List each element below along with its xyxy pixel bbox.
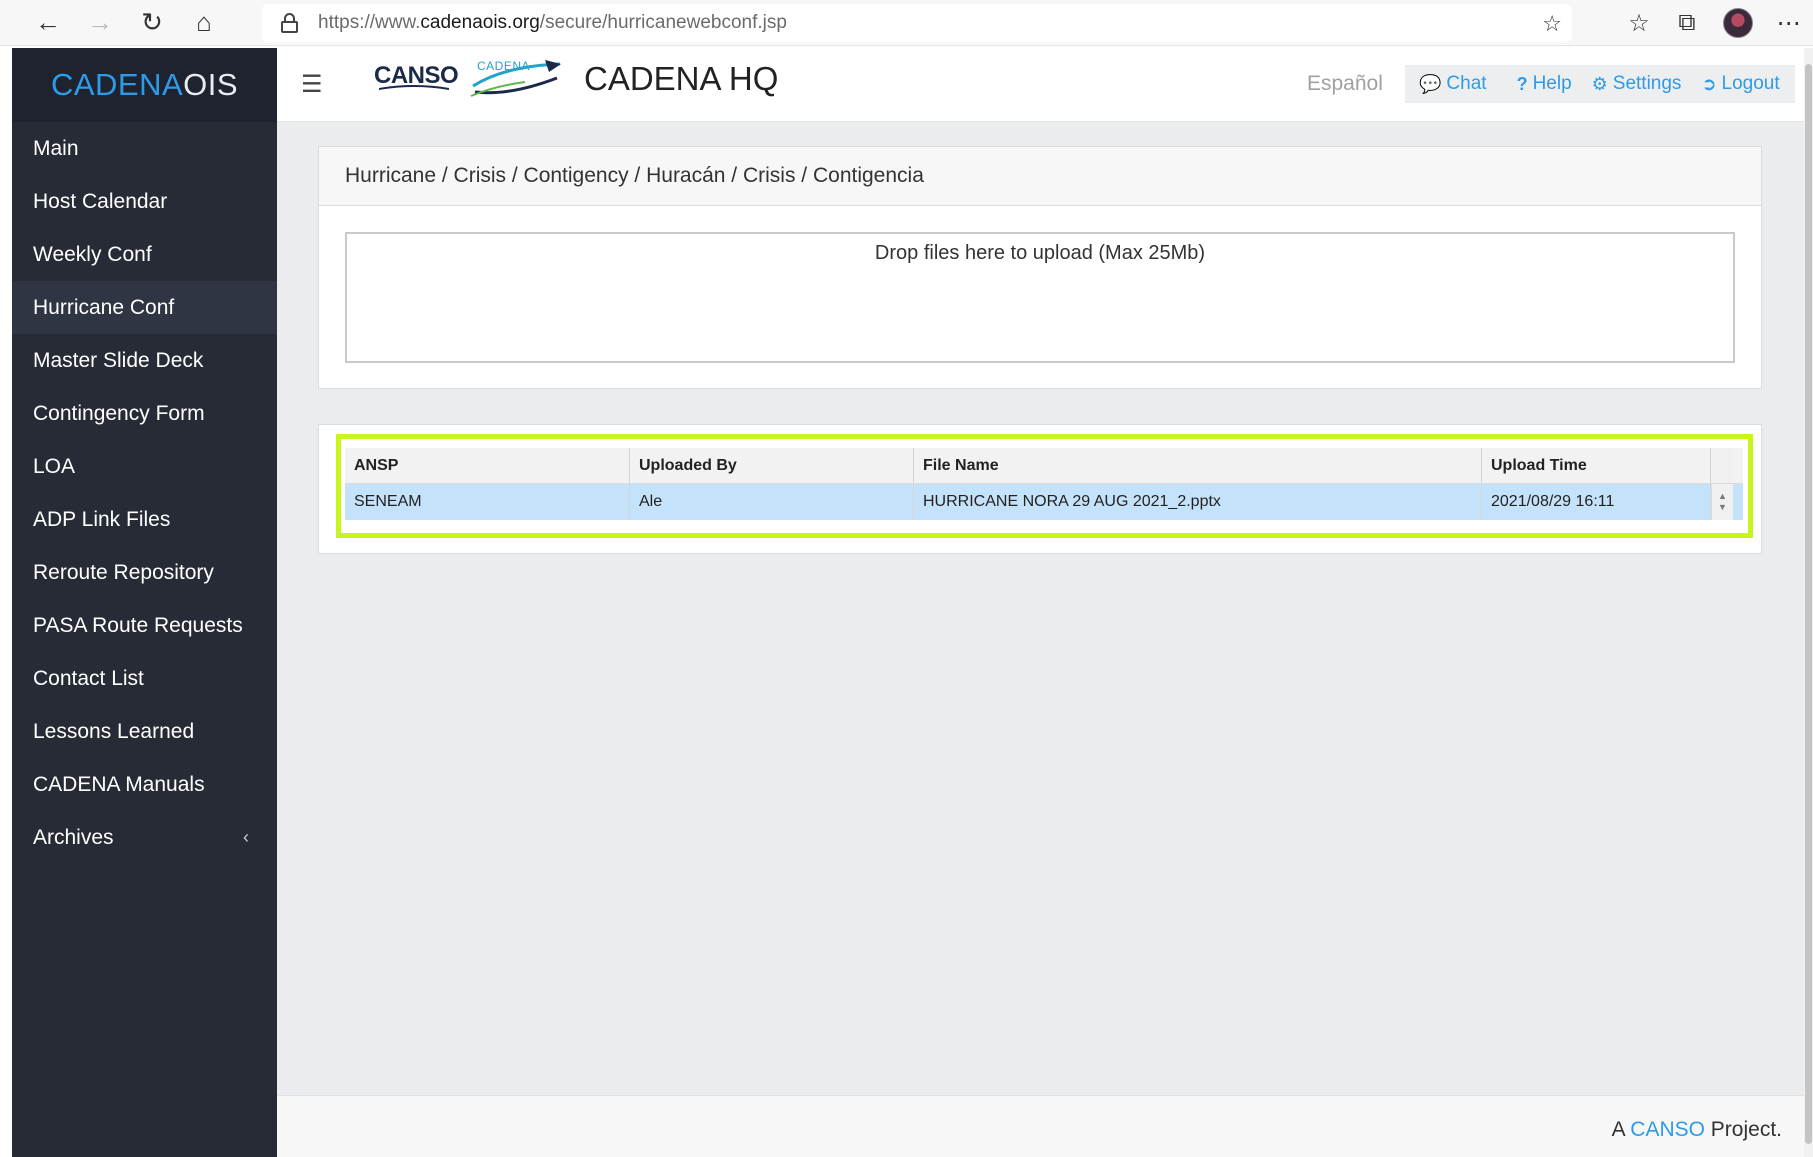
sidebar-item-label: Host Calendar — [33, 189, 168, 213]
sidebar-item-label: Weekly Conf — [33, 242, 152, 266]
sidebar-item-contingency-form[interactable]: Contingency Form — [12, 387, 277, 440]
table-highlight-frame: ANSP Uploaded By File Name Upload Time S… — [336, 434, 1753, 538]
scrollbar-thumb[interactable] — [1805, 64, 1812, 1144]
collections-icon[interactable]: ⧉ — [1663, 3, 1711, 43]
settings-label: Settings — [1612, 73, 1682, 94]
help-button[interactable]: ? Help — [1517, 73, 1572, 95]
top-header: ☰ CANSO CADENA CADENA HQ Español 💬 Chat ?… — [277, 48, 1804, 122]
sidebar-item-weekly-conf[interactable]: Weekly Conf — [12, 228, 277, 281]
sidebar-item-label: Contingency Form — [33, 401, 205, 425]
logout-icon: ➲ — [1701, 73, 1717, 94]
canso-link[interactable]: CANSO — [1630, 1118, 1705, 1141]
column-header-uploaded-by[interactable]: Uploaded By — [630, 448, 914, 483]
more-options-icon[interactable]: ⋯ — [1765, 3, 1813, 43]
chat-bubble-icon: 💬 — [1419, 73, 1442, 94]
sidebar-item-host-calendar[interactable]: Host Calendar — [12, 175, 277, 228]
site-title: CADENA HQ — [584, 60, 779, 97]
refresh-icon[interactable]: ↻ — [132, 3, 172, 43]
file-dropzone[interactable]: Drop files here to upload (Max 25Mb) — [345, 232, 1735, 363]
sidebar-item-label: Reroute Repository — [33, 560, 214, 584]
sidebar-item-cadena-manuals[interactable]: CADENA Manuals — [12, 758, 277, 811]
sidebar-item-label: LOA — [33, 454, 76, 478]
sidebar-item-label: CADENA Manuals — [33, 772, 205, 796]
cell-uploaded-by: Ale — [630, 484, 914, 520]
column-header-ansp[interactable]: ANSP — [345, 448, 630, 483]
url-text[interactable]: https://www.cadenaois.org/secure/hurrica… — [318, 12, 787, 34]
dropzone-text: Drop files here to upload (Max 25Mb) — [874, 242, 1206, 264]
canso-logo: CANSO — [374, 62, 459, 90]
sidebar-item-label: Lessons Learned — [33, 719, 195, 743]
hamburger-menu-icon[interactable]: ☰ — [301, 70, 323, 99]
sidebar-item-main[interactable]: Main — [12, 122, 277, 175]
chat-button[interactable]: 💬 Chat — [1419, 73, 1487, 95]
brand-part-cadena: CADENA — [50, 67, 184, 102]
brand-logo[interactable]: CADENA OIS — [12, 48, 277, 122]
browser-toolbar: ← → ↻ ⌂ https://www.cadenaois.org/secure… — [0, 0, 1813, 46]
scroll-down-icon[interactable]: ▼ — [1718, 502, 1727, 513]
home-icon[interactable]: ⌂ — [184, 3, 224, 43]
cadena-logo: CADENA — [465, 56, 565, 106]
sidebar-item-pasa-route-requests[interactable]: PASA Route Requests — [12, 599, 277, 652]
table-scrollbar[interactable]: ▲ ▼ — [1711, 484, 1733, 520]
sidebar-item-loa[interactable]: LOA — [12, 440, 277, 493]
settings-button[interactable]: ⚙ Settings — [1592, 73, 1682, 95]
gear-icon: ⚙ — [1591, 73, 1608, 94]
forward-arrow-icon[interactable]: → — [80, 3, 120, 43]
page-scrollbar[interactable] — [1804, 48, 1813, 1157]
address-bar[interactable]: https://www.cadenaois.org/secure/hurrica… — [262, 4, 1572, 42]
cadena-logo-text: CADENA — [477, 59, 531, 73]
footer-suffix: Project. — [1704, 1118, 1782, 1141]
footer-prefix: A — [1611, 1118, 1631, 1141]
lock-icon[interactable] — [280, 12, 300, 34]
sidebar-item-label: PASA Route Requests — [33, 613, 243, 637]
sidebar-item-archives[interactable]: Archives ‹ — [12, 811, 277, 864]
favorites-icon[interactable]: ☆ — [1615, 3, 1663, 43]
back-arrow-icon[interactable]: ← — [28, 3, 68, 43]
favorite-add-icon[interactable]: ☆ — [1542, 11, 1562, 37]
files-panel: ANSP Uploaded By File Name Upload Time S… — [318, 424, 1762, 554]
brand-part-ois: OIS — [183, 67, 239, 102]
canso-swoosh-icon — [379, 85, 449, 90]
footer: A CANSO Project. — [277, 1095, 1804, 1157]
column-header-upload-time[interactable]: Upload Time — [1482, 448, 1711, 483]
panel-title: Hurricane / Crisis / Contigency / Huracá… — [319, 147, 1761, 206]
table-scroll-header — [1711, 448, 1733, 483]
cell-file-name[interactable]: HURRICANE NORA 29 AUG 2021_2.pptx — [914, 484, 1482, 520]
question-icon: ? — [1516, 73, 1528, 94]
scroll-up-icon[interactable]: ▲ — [1718, 491, 1727, 502]
header-tools: 💬 Chat ? Help ⚙ Settings ➲ Logout — [1405, 65, 1795, 103]
sidebar-item-lessons-learned[interactable]: Lessons Learned — [12, 705, 277, 758]
files-table: ANSP Uploaded By File Name Upload Time S… — [345, 448, 1743, 520]
main-content: Hurricane / Crisis / Contigency / Huracá… — [277, 122, 1804, 1095]
sidebar-item-hurricane-conf[interactable]: Hurricane Conf — [12, 281, 277, 334]
sidebar-item-label: Main — [33, 136, 79, 160]
sidebar-item-label: Contact List — [33, 666, 144, 690]
sidebar-item-adp-link-files[interactable]: ADP Link Files — [12, 493, 277, 546]
sidebar-item-contact-list[interactable]: Contact List — [12, 652, 277, 705]
upload-panel: Hurricane / Crisis / Contigency / Huracá… — [318, 146, 1762, 389]
sidebar-item-label: Master Slide Deck — [33, 348, 204, 372]
chevron-left-icon: ‹ — [243, 827, 249, 847]
sidebar-item-label: Hurricane Conf — [33, 295, 175, 319]
footer-text: A CANSO Project. — [1612, 1118, 1782, 1142]
help-label: Help — [1532, 73, 1572, 94]
table-row[interactable]: SENEAM Ale HURRICANE NORA 29 AUG 2021_2.… — [345, 484, 1743, 520]
cell-upload-time: 2021/08/29 16:11 — [1482, 484, 1711, 520]
sidebar: CADENA OIS Main Host Calendar Weekly Conf… — [12, 48, 277, 1157]
sidebar-item-master-slide-deck[interactable]: Master Slide Deck — [12, 334, 277, 387]
chat-label: Chat — [1446, 73, 1487, 94]
sidebar-item-label: Archives — [33, 825, 114, 849]
table-header: ANSP Uploaded By File Name Upload Time — [345, 448, 1743, 484]
cell-ansp: SENEAM — [345, 484, 630, 520]
sidebar-item-label: ADP Link Files — [33, 507, 171, 531]
profile-avatar[interactable] — [1723, 8, 1753, 38]
column-header-file-name[interactable]: File Name — [914, 448, 1482, 483]
logout-button[interactable]: ➲ Logout — [1701, 73, 1779, 95]
logout-label: Logout — [1721, 73, 1780, 94]
sidebar-item-reroute-repository[interactable]: Reroute Repository — [12, 546, 277, 599]
language-link[interactable]: Español — [1307, 72, 1383, 96]
